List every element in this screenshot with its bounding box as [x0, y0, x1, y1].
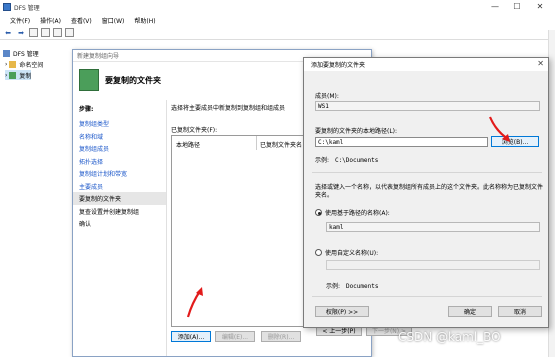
radio-path-based-name[interactable]: 使用基于路径的名称(A): [315, 208, 390, 217]
window-title: DFS 管理 [14, 4, 40, 12]
permissions-button[interactable]: 权限(P) >> [315, 306, 369, 317]
step-topology[interactable]: 拓扑选择 [73, 155, 166, 168]
replication-icon [9, 71, 17, 79]
page-description: 选择将主要成员中新复制到复制组和组成员 [171, 105, 286, 112]
dialog-separator-bottom [312, 296, 542, 297]
tree-item-namespace[interactable]: › 命名空间 [5, 59, 43, 69]
step-replication-type[interactable]: 复制组类型 [73, 117, 166, 130]
minimize-button[interactable]: — [485, 2, 505, 11]
step-schedule-bandwidth[interactable]: 复制组计划和带宽 [73, 167, 166, 180]
navigation-tree: DFS 管理 › 命名空间 › 复制 [0, 42, 76, 357]
maximize-button[interactable]: ☐ [507, 2, 527, 11]
menu-file[interactable]: 文件(F) [10, 16, 30, 25]
csdn-watermark: CSDN @kaml_BO [398, 330, 501, 344]
show-action-pane-icon[interactable] [65, 28, 74, 37]
local-path-input[interactable]: C:\kaml [315, 137, 488, 147]
wizard-title: 新建复制组向导 [77, 53, 120, 60]
local-path-label: 要复制的文件夹的本地路径(L): [315, 128, 398, 135]
replication-folder-icon [79, 69, 99, 91]
title-bar: DFS 管理 — ☐ ✕ [0, 0, 555, 14]
annotation-arrow-add [186, 287, 203, 318]
add-folder-dialog: 添加要复制的文件夹 ✕ 成员(M): WS1 要复制的文件夹的本地路径(L): … [303, 57, 549, 328]
expand-icon[interactable]: › [5, 72, 7, 79]
dfs-app-icon [3, 3, 11, 11]
radio-label: 使用基于路径的名称(A): [325, 210, 390, 217]
column-replicated-name[interactable]: 已复制文件夹名 [260, 140, 302, 149]
radio-custom-name[interactable]: 使用自定义名称(U): [315, 248, 378, 257]
tree-item-replication[interactable]: › 复制 [5, 70, 32, 80]
radio-label: 使用自定义名称(U): [325, 250, 379, 257]
tree-item-label: 命名空间 [19, 61, 44, 69]
ok-button[interactable]: 确定 [448, 306, 492, 317]
expand-icon[interactable]: › [5, 61, 7, 68]
forward-arrow-icon[interactable]: ➡ [16, 28, 26, 38]
example2-prefix: 示例: [326, 283, 341, 290]
menu-window[interactable]: 窗口(W) [102, 16, 125, 25]
column-divider [256, 136, 257, 150]
step-primary-member[interactable]: 主要成员 [73, 180, 166, 193]
cancel-button[interactable]: 取消 [498, 306, 542, 317]
background-window-edge [548, 30, 555, 357]
wizard-steps-panel: 步骤: 复制组类型 名称和域 复制组成员 拓扑选择 复制组计划和带宽 主要成员 … [73, 100, 167, 356]
example-label: 示例: C:\Documents [315, 155, 378, 164]
step-name-domain[interactable]: 名称和域 [73, 130, 166, 143]
member-label: 成员(M): [315, 93, 339, 100]
step-members[interactable]: 复制组成员 [73, 142, 166, 155]
example-prefix: 示例: [315, 157, 330, 164]
close-button[interactable]: ✕ [530, 2, 550, 11]
tree-item-label: 复制 [19, 72, 32, 80]
radio-unselected-icon [315, 249, 322, 256]
menu-view[interactable]: 查看(V) [71, 16, 92, 25]
step-folders-to-replicate: 要复制的文件夹 [73, 192, 166, 205]
tree-item-dfs-management[interactable]: DFS 管理 [3, 48, 39, 58]
example2-value: Documents [345, 283, 379, 290]
step-review-settings: 复查设置并创建复制组 [79, 208, 140, 216]
dialog-title-bar: 添加要复制的文件夹 ✕ [304, 58, 548, 71]
select-name-instructions: 选择或键入一个名称，以代表复制组所有成员上的这个文件夹。此名称称为已复制文件夹名… [315, 184, 544, 199]
annotation-arrow-browse [488, 116, 510, 142]
path-based-name-field: kaml [326, 222, 540, 232]
example-value: C:\Documents [334, 157, 379, 164]
member-field: WS1 [315, 101, 540, 111]
help-icon[interactable] [53, 28, 62, 37]
show-hide-tree-icon[interactable] [29, 28, 38, 37]
custom-name-input[interactable] [326, 260, 540, 270]
dfs-root-icon [3, 49, 10, 57]
column-local-path[interactable]: 本地路径 [176, 140, 200, 149]
back-arrow-icon[interactable]: ⬅ [3, 28, 13, 38]
delete-folder-button[interactable]: 删除(R)... [261, 331, 301, 342]
namespace-icon [9, 60, 17, 68]
menu-bar: 文件(F) 操作(A) 查看(V) 窗口(W) 帮助(H) [0, 14, 555, 26]
add-folder-button[interactable]: 添加(A)... [171, 331, 211, 342]
edit-folder-button[interactable]: 编辑(E)... [215, 331, 255, 342]
radio-selected-icon [315, 209, 322, 216]
steps-title: 步骤: [79, 106, 94, 113]
replicated-folders-label: 已复制文件夹(F): [171, 127, 218, 134]
menu-action[interactable]: 操作(A) [40, 16, 61, 25]
toolbar: ⬅ ➡ [0, 26, 555, 40]
properties-icon[interactable] [41, 28, 50, 37]
tree-item-label: DFS 管理 [13, 50, 39, 58]
dialog-separator [312, 172, 542, 173]
example2-label: 示例: Documents [326, 281, 378, 290]
wizard-page-title: 要复制的文件夹 [105, 75, 161, 85]
dialog-title: 添加要复制的文件夹 [311, 62, 366, 69]
menu-help[interactable]: 帮助(H) [134, 16, 155, 25]
step-confirmation: 确认 [79, 221, 92, 228]
dialog-close-button[interactable]: ✕ [537, 59, 544, 68]
